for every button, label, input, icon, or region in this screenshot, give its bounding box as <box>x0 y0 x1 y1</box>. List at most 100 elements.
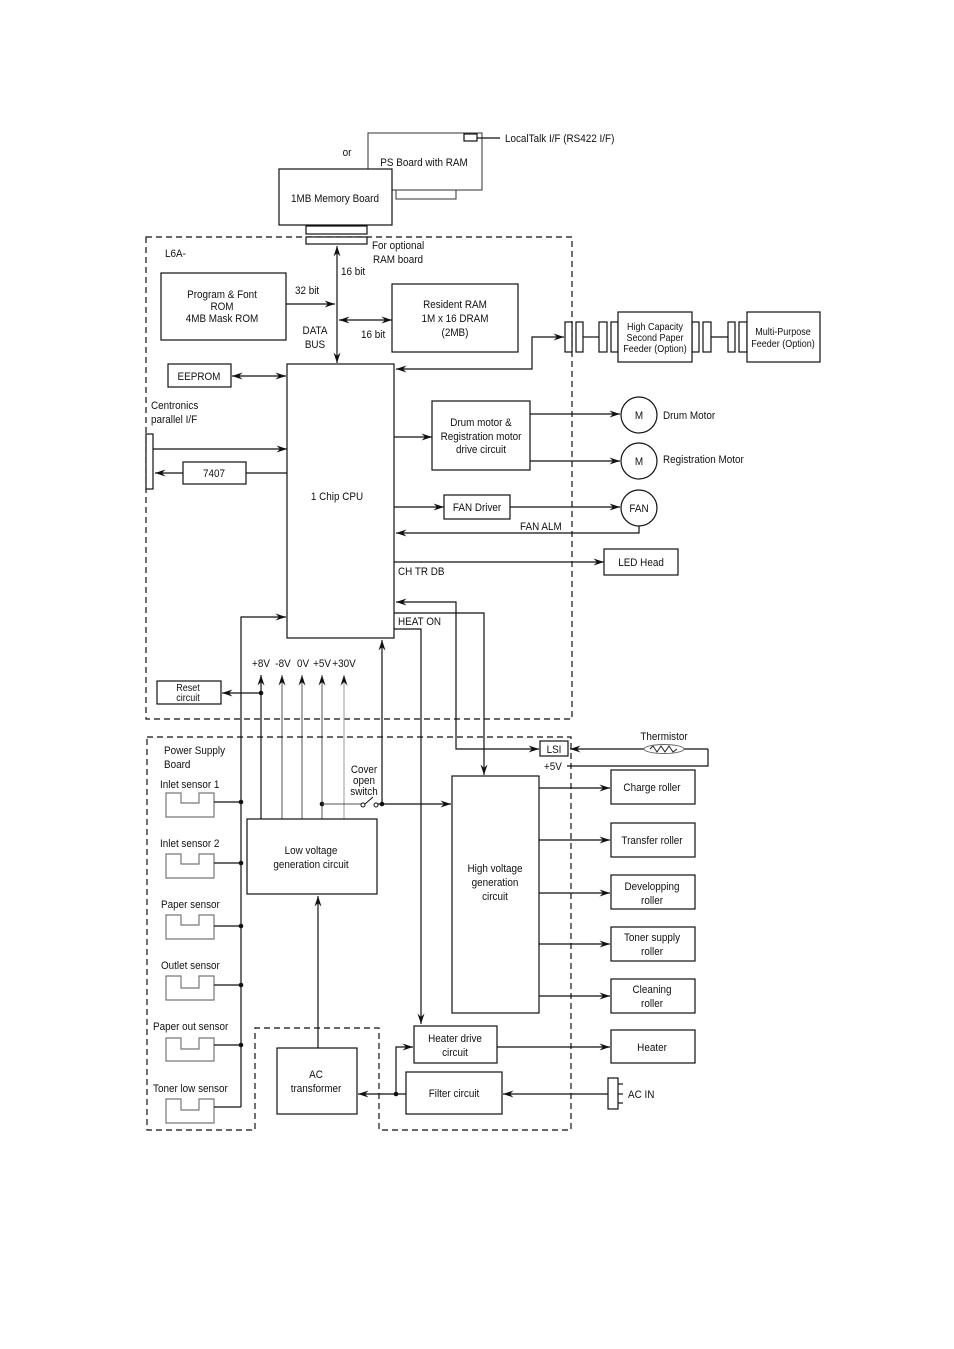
filter-label: Filter circuit <box>429 1089 480 1101</box>
roller-label: Charge roller <box>623 783 681 795</box>
heater-drive-circuit: Heater drive circuit <box>413 1025 498 1064</box>
cleaning-roller: Cleaning roller <box>610 978 696 1014</box>
high-voltage-label-line3: circuit <box>482 892 508 904</box>
power-supply-label-line1: Power Supply <box>164 746 226 758</box>
sensor-label: Toner low sensor <box>153 1084 228 1096</box>
sensor-label: Outlet sensor <box>161 961 220 973</box>
led-head: LED Head <box>603 548 679 576</box>
heater: Heater <box>610 1029 696 1064</box>
printer-block-diagram: PS Board with RAM LocalTalk I/F (RS422 I… <box>0 0 954 1349</box>
eeprom-label: EEPROM <box>178 372 221 384</box>
heater-drive-label-line1: Heater drive <box>428 1034 482 1046</box>
or-label: or <box>343 148 352 160</box>
mp-feeder-label-line2: Feeder (Option) <box>751 339 814 351</box>
rom-label-line1: Program & Font <box>187 290 257 302</box>
connector-icon <box>727 321 736 353</box>
junction-dot <box>238 1042 244 1048</box>
junction-dot <box>238 860 244 866</box>
cpu-label: 1 Chip CPU <box>311 492 363 504</box>
fan-driver-label: FAN Driver <box>453 503 502 515</box>
optional-ram-label-line1: For optional <box>372 241 424 253</box>
high-voltage-circuit: High voltage generation circuit <box>451 775 540 1014</box>
high-voltage-label-line1: High voltage <box>468 864 523 876</box>
roller-label-line2: roller <box>641 999 663 1011</box>
connector-icon <box>575 321 584 353</box>
filter-circuit: Filter circuit <box>405 1071 503 1115</box>
voltage-label-plus30v: +30V <box>332 659 355 671</box>
ac-transformer-label-line1: AC <box>309 1070 323 1082</box>
voltage-label-plus5v: +5V <box>313 659 331 671</box>
rom-label-line3: 4MB Mask ROM <box>186 314 259 326</box>
centronics-label-line1: Centronics <box>151 401 198 413</box>
centronics-connector-icon <box>145 433 154 490</box>
high-capacity-feeder: High Capacity Second Paper Feeder (Optio… <box>617 311 693 363</box>
fan-driver: FAN Driver <box>443 494 511 520</box>
motor-drive-circuit: Drum motor & Registration motor drive ci… <box>431 400 531 471</box>
roller-label-line2: roller <box>641 896 663 908</box>
resident-ram: Resident RAM 1M x 16 DRAM (2MB) <box>391 283 519 353</box>
eeprom: EEPROM <box>167 363 232 388</box>
controller-board-label: L6A- <box>165 249 186 261</box>
memory-board-connector-icon <box>305 225 368 235</box>
hc-feeder-label-line3: Feeder (Option) <box>623 344 686 356</box>
reset-circuit: Reset circuit <box>156 680 222 705</box>
thermistor-icon <box>643 744 685 754</box>
cover-switch-label-line1: Cover <box>351 765 378 777</box>
low-voltage-label-line1: Low voltage <box>285 846 338 858</box>
roller-label-line1: Developping <box>625 882 680 894</box>
lsi-label: LSI <box>547 745 562 757</box>
roller-label-line2: roller <box>641 947 663 959</box>
cover-switch-label-line2: open <box>353 776 375 788</box>
sensor-label: Inlet sensor 1 <box>160 780 220 792</box>
ram-label-line1: Resident RAM <box>423 300 487 312</box>
connector-icon <box>610 321 619 353</box>
bus-16bit-top-label: 16 bit <box>341 267 365 279</box>
registration-motor-label: Registration Motor <box>663 455 744 467</box>
roller-label: Transfer roller <box>621 836 683 848</box>
voltage-label-plus8v: +8V <box>252 659 270 671</box>
memory-board: 1MB Memory Board <box>278 168 393 235</box>
sensor-label: Paper out sensor <box>153 1022 229 1034</box>
developing-roller: Developping roller <box>610 874 696 910</box>
optional-ram-connector-icon <box>305 236 368 245</box>
junction-dot <box>238 982 244 988</box>
driver-7407: 7407 <box>182 461 247 485</box>
motor-drive-label-line2: Registration motor <box>441 432 522 444</box>
lsi: LSI <box>539 740 569 757</box>
driver-7407-label: 7407 <box>203 469 225 481</box>
fan: FAN <box>620 489 658 527</box>
program-font-rom: Program & Font ROM 4MB Mask ROM <box>160 272 287 341</box>
connector-icon <box>691 321 700 353</box>
sensor-label: Paper sensor <box>161 900 220 912</box>
memory-board-label: 1MB Memory Board <box>291 194 379 206</box>
ram-label-line3: (2MB) <box>442 328 469 340</box>
power-supply-label-line2: Board <box>164 760 191 772</box>
rom-label-line2: ROM <box>210 302 233 314</box>
bus-16bit-ram-label: 16 bit <box>361 330 385 342</box>
hc-feeder-label-line2: Second Paper <box>627 333 684 345</box>
hc-feeder-label-line1: High Capacity <box>627 322 683 334</box>
connector-icon <box>564 321 573 353</box>
registration-motor-symbol: M <box>635 457 643 469</box>
ac-transformer: AC transformer <box>276 1047 358 1115</box>
roller-label-line1: Cleaning <box>632 985 671 997</box>
cpu: 1 Chip CPU <box>286 363 395 639</box>
optional-ram-label-line2: RAM board <box>373 255 423 267</box>
ac-transformer-label-line2: transformer <box>291 1084 342 1096</box>
reset-label-line2: circuit <box>176 693 200 705</box>
voltage-label-minus8v: -8V <box>275 659 290 671</box>
low-voltage-label-line2: generation circuit <box>273 860 348 872</box>
heat-on-label: HEAT ON <box>398 617 441 629</box>
led-head-label: LED Head <box>618 558 664 570</box>
high-voltage-label-line2: generation <box>472 878 519 890</box>
mp-feeder-label-line1: Multi-Purpose <box>755 327 810 339</box>
drum-motor-symbol: M <box>635 411 643 423</box>
voltage-label-0v: 0V <box>297 659 309 671</box>
ram-label-line2: 1M x 16 DRAM <box>421 314 488 326</box>
localtalk-label: LocalTalk I/F (RS422 I/F) <box>505 134 614 146</box>
charge-roller: Charge roller <box>610 769 696 805</box>
drum-motor-label: Drum Motor <box>663 411 716 423</box>
junction-dot <box>238 923 244 929</box>
junction-dot <box>238 799 244 805</box>
motor-drive-label-line3: drive circuit <box>456 445 506 457</box>
